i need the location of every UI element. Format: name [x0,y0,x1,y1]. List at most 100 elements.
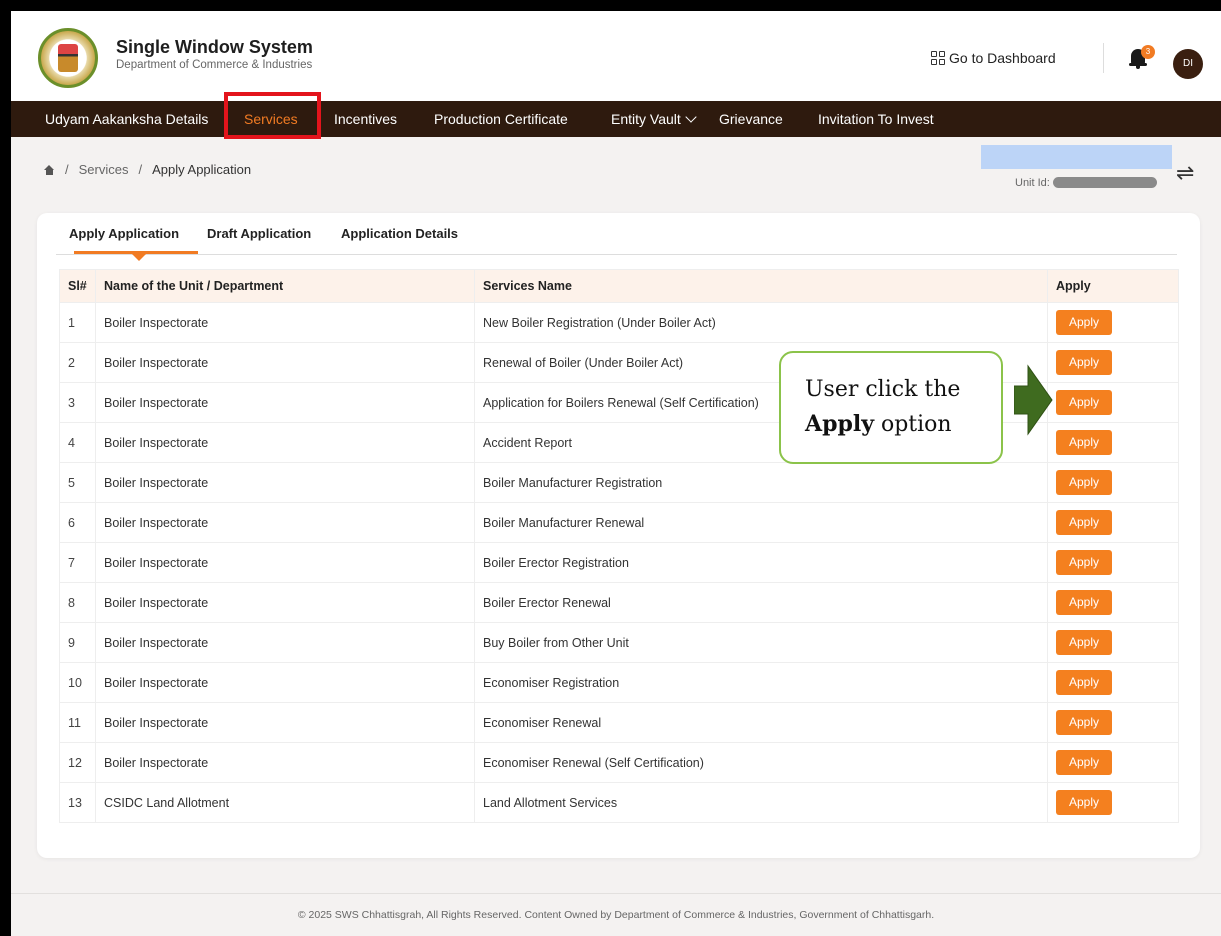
cell-service: Boiler Manufacturer Renewal [474,502,1048,543]
table-row: 11 Boiler Inspectorate Economiser Renewal A… [59,702,1179,743]
nav-item-entity-vault-label: Entity Vault [611,111,681,127]
unit-id-redacted [1053,177,1157,188]
cell-sl: 1 [59,302,96,343]
apply-button[interactable]: Apply [1056,750,1112,775]
cell-apply: Apply [1047,342,1179,383]
cell-unit: Boiler Inspectorate [95,302,475,343]
cell-sl: 8 [59,582,96,623]
go-to-dashboard-link[interactable]: Go to Dashboard [931,50,1056,66]
user-avatar[interactable]: DI [1173,49,1203,79]
instruction-callout: User click the Apply option [779,351,1003,464]
table-row: 13 CSIDC Land Allotment Land Allotment Ser… [59,782,1179,823]
table-row: 4 Boiler Inspectorate Accident Report Apply [59,422,1179,463]
cell-apply: Apply [1047,382,1179,423]
apply-button[interactable]: Apply [1056,430,1112,455]
apply-button[interactable]: Apply [1056,790,1112,815]
apply-button[interactable]: Apply [1056,310,1112,335]
callout-bold-word: Apply [805,411,874,437]
col-header-sl: Sl# [59,269,96,303]
cell-sl: 12 [59,742,96,783]
cell-apply: Apply [1047,582,1179,623]
apply-button[interactable]: Apply [1056,470,1112,495]
cell-sl: 4 [59,422,96,463]
table-row: 7 Boiler Inspectorate Boiler Erector Regis… [59,542,1179,583]
cell-apply: Apply [1047,502,1179,543]
cell-apply: Apply [1047,662,1179,703]
cell-apply: Apply [1047,622,1179,663]
table-row: 9 Boiler Inspectorate Buy Boiler from Othe… [59,622,1179,663]
cell-sl: 7 [59,542,96,583]
cell-sl: 5 [59,462,96,503]
cell-unit: Boiler Inspectorate [95,422,475,463]
cell-service: Boiler Erector Renewal [474,582,1048,623]
table-row: 6 Boiler Inspectorate Boiler Manufacturer … [59,502,1179,543]
nav-item-invitation-to-invest[interactable]: Invitation To Invest [818,101,934,137]
cell-service: Economiser Renewal [474,702,1048,743]
cell-unit: Boiler Inspectorate [95,542,475,583]
cell-sl: 9 [59,622,96,663]
cell-unit: Boiler Inspectorate [95,742,475,783]
table-row: 3 Boiler Inspectorate Application for Boil… [59,382,1179,423]
cell-service: Buy Boiler from Other Unit [474,622,1048,663]
cell-apply: Apply [1047,542,1179,583]
nav-item-udyam-aakanksha[interactable]: Udyam Aakanksha Details [45,101,208,137]
nav-item-incentives[interactable]: Incentives [334,101,397,137]
apply-button[interactable]: Apply [1056,590,1112,615]
cell-apply: Apply [1047,302,1179,343]
page-footer: © 2025 SWS Chhattisgrah, All Rights Rese… [11,893,1221,936]
active-tab-pointer [132,254,146,261]
cell-unit: Boiler Inspectorate [95,382,475,423]
home-icon[interactable] [44,164,55,175]
table-row: 2 Boiler Inspectorate Renewal of Boiler (U… [59,342,1179,383]
cell-unit: Boiler Inspectorate [95,622,475,663]
apply-button[interactable]: Apply [1056,390,1112,415]
tab-apply-application[interactable]: Apply Application [69,226,179,241]
nav-item-entity-vault[interactable]: Entity Vault [611,101,697,137]
header-divider [1103,43,1104,73]
unit-id-label: Unit Id: [1015,177,1050,189]
table-row: 12 Boiler Inspectorate Economiser Renewal … [59,742,1179,783]
nav-item-grievance[interactable]: Grievance [719,101,783,137]
apply-button[interactable]: Apply [1056,510,1112,535]
applications-card: Apply Application Draft Application Appl… [37,213,1200,858]
cell-sl: 2 [59,342,96,383]
apply-button[interactable]: Apply [1056,630,1112,655]
cell-unit: Boiler Inspectorate [95,582,475,623]
nav-item-production-certificate[interactable]: Production Certificate [434,101,568,137]
cell-apply: Apply [1047,462,1179,503]
switch-unit-icon[interactable]: ⇌ [1176,160,1194,186]
cell-sl: 13 [59,782,96,823]
breadcrumb: / Services / Apply Application [44,162,251,177]
breadcrumb-services[interactable]: Services [79,162,129,177]
apply-button[interactable]: Apply [1056,670,1112,695]
services-table: Sl# Name of the Unit / Department Servic… [59,269,1179,823]
dashboard-grid-icon [931,51,945,65]
tab-draft-application[interactable]: Draft Application [207,226,311,241]
cell-sl: 10 [59,662,96,703]
apply-button[interactable]: Apply [1056,350,1112,375]
table-header-row: Sl# Name of the Unit / Department Servic… [59,269,1179,303]
app-title: Single Window System [116,37,313,57]
cell-service: Economiser Renewal (Self Certification) [474,742,1048,783]
app-subtitle: Department of Commerce & Industries [116,59,313,71]
col-header-unit: Name of the Unit / Department [95,269,475,303]
table-row: 10 Boiler Inspectorate Economiser Registra… [59,662,1179,703]
cell-unit: Boiler Inspectorate [95,702,475,743]
app-header: Single Window System Department of Comme… [11,11,1221,101]
tab-application-details[interactable]: Application Details [341,226,458,241]
cell-apply: Apply [1047,742,1179,783]
main-nav: Udyam Aakanksha Details Services Incenti… [11,101,1221,137]
callout-line1: User click the [805,377,961,402]
cell-unit: Boiler Inspectorate [95,662,475,703]
callout-arrow-icon [1014,364,1053,436]
cell-service: Land Allotment Services [474,782,1048,823]
table-row: 8 Boiler Inspectorate Boiler Erector Renew… [59,582,1179,623]
notification-badge: 3 [1141,45,1155,59]
col-header-apply: Apply [1047,269,1179,303]
apply-button[interactable]: Apply [1056,550,1112,575]
cell-sl: 6 [59,502,96,543]
breadcrumb-current: Apply Application [152,162,252,177]
apply-button[interactable]: Apply [1056,710,1112,735]
cell-service: New Boiler Registration (Under Boiler Ac… [474,302,1048,343]
state-emblem-logo [38,28,98,88]
